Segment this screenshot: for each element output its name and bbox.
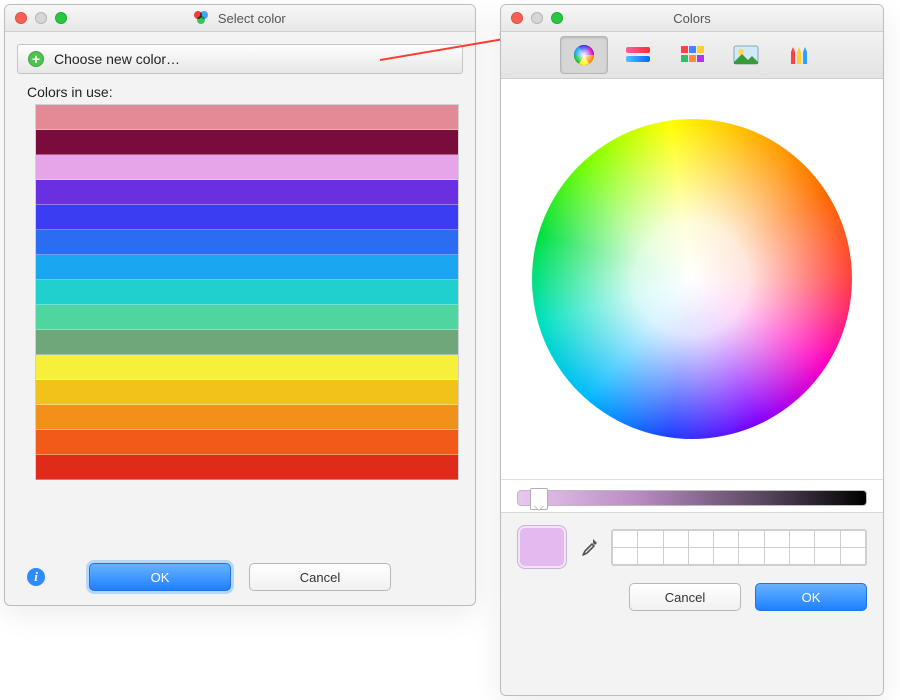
choose-new-color-label: Choose new color… <box>54 51 180 67</box>
color-swatch[interactable] <box>36 155 458 180</box>
brightness-slider[interactable] <box>517 490 867 506</box>
tab-color-palettes[interactable] <box>668 36 716 74</box>
crayons-icon <box>786 44 814 66</box>
sliders-icon <box>624 44 652 66</box>
color-well[interactable] <box>664 548 688 564</box>
color-swatch[interactable] <box>36 130 458 155</box>
color-well[interactable] <box>638 531 662 547</box>
info-icon[interactable]: i <box>27 568 45 586</box>
tab-color-sliders[interactable] <box>614 36 662 74</box>
ok-button[interactable]: OK <box>755 583 867 611</box>
color-well[interactable] <box>815 531 839 547</box>
color-swatch[interactable] <box>36 380 458 405</box>
color-swatch[interactable] <box>36 330 458 355</box>
color-swatch[interactable] <box>36 105 458 130</box>
ok-button-label: OK <box>151 570 170 585</box>
cancel-button[interactable]: Cancel <box>249 563 391 591</box>
color-swatch[interactable] <box>36 280 458 305</box>
ok-button-label: OK <box>802 590 821 605</box>
tab-image-palettes[interactable] <box>722 36 770 74</box>
color-well[interactable] <box>765 548 789 564</box>
color-swatch[interactable] <box>36 455 458 480</box>
ok-button[interactable]: OK <box>89 563 231 591</box>
color-swatch[interactable] <box>36 205 458 230</box>
select-color-titlebar: Select color <box>5 5 475 32</box>
color-wheel[interactable] <box>532 119 852 439</box>
color-swatch[interactable] <box>36 255 458 280</box>
colors-title-text: Colors <box>673 11 711 26</box>
colors-in-use-list <box>35 104 459 480</box>
color-well[interactable] <box>714 548 738 564</box>
palettes-icon <box>678 44 706 66</box>
color-swatch[interactable] <box>36 355 458 380</box>
select-color-window: Select color + Choose new color… Colors … <box>4 4 476 606</box>
eyedropper-button[interactable] <box>579 537 599 557</box>
cancel-button[interactable]: Cancel <box>629 583 741 611</box>
color-well[interactable] <box>790 548 814 564</box>
cancel-button-label: Cancel <box>300 570 340 585</box>
color-wheel-cursor-icon <box>683 296 701 314</box>
select-color-title: Select color <box>5 11 475 26</box>
tab-color-wheel[interactable] <box>560 36 608 74</box>
color-well[interactable] <box>613 531 637 547</box>
color-well[interactable] <box>841 531 865 547</box>
color-wheel-area <box>501 79 883 480</box>
current-color-swatch[interactable] <box>517 525 567 569</box>
image-icon <box>732 44 760 66</box>
colors-window: Colors <box>500 4 884 696</box>
color-well[interactable] <box>664 531 688 547</box>
color-well[interactable] <box>841 548 865 564</box>
color-swatch[interactable] <box>36 180 458 205</box>
color-well[interactable] <box>790 531 814 547</box>
color-swatch[interactable] <box>36 230 458 255</box>
color-well[interactable] <box>689 548 713 564</box>
colors-title: Colors <box>501 11 883 26</box>
color-well[interactable] <box>638 548 662 564</box>
color-well[interactable] <box>739 548 763 564</box>
color-swatch[interactable] <box>36 430 458 455</box>
color-well[interactable] <box>613 548 637 564</box>
color-well[interactable] <box>765 531 789 547</box>
color-well[interactable] <box>815 548 839 564</box>
color-wells[interactable] <box>611 529 867 566</box>
color-swatch[interactable] <box>36 305 458 330</box>
color-well[interactable] <box>689 531 713 547</box>
color-swatch[interactable] <box>36 405 458 430</box>
color-well[interactable] <box>714 531 738 547</box>
brightness-slider-thumb[interactable] <box>530 488 548 510</box>
tab-crayons[interactable] <box>776 36 824 74</box>
colors-in-use-label: Colors in use: <box>27 84 461 100</box>
color-picker-tabs <box>501 32 883 79</box>
plus-icon: + <box>28 51 44 67</box>
cancel-button-label: Cancel <box>665 590 705 605</box>
choose-new-color-button[interactable]: + Choose new color… <box>17 44 463 74</box>
color-wheel-icon <box>570 44 598 66</box>
app-color-icon <box>194 11 208 25</box>
color-well[interactable] <box>739 531 763 547</box>
colors-titlebar: Colors <box>501 5 883 32</box>
select-color-title-text: Select color <box>218 11 286 26</box>
